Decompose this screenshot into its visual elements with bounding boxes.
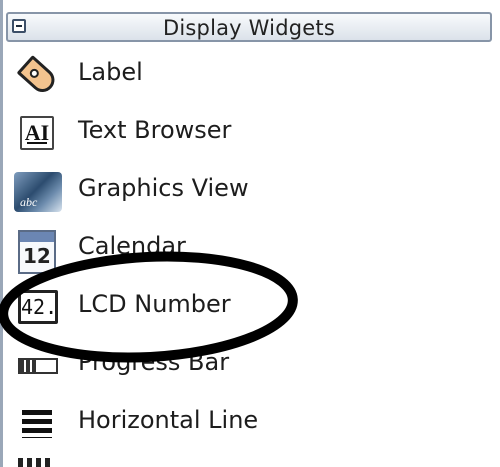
- widget-item-horizontal-line-text: Horizontal Line: [78, 406, 259, 434]
- widget-item-lcd-number-text: LCD Number: [78, 290, 231, 318]
- widget-item-label-text: Label: [78, 58, 143, 86]
- calendar-icon: 12: [12, 230, 62, 274]
- widget-item-progress-bar[interactable]: Progress Bar: [8, 338, 478, 392]
- graphics-view-icon: abc: [12, 172, 62, 212]
- group-title: Display Widgets: [163, 16, 335, 40]
- panel-left-border: [0, 0, 3, 467]
- widget-item-graphics-view-text: Graphics View: [78, 174, 249, 202]
- label-tag-icon: [12, 55, 62, 97]
- widget-item-lcd-number[interactable]: 42. LCD Number: [8, 280, 478, 334]
- widget-item-horizontal-line[interactable]: Horizontal Line: [8, 396, 478, 450]
- text-browser-icon: AI: [12, 114, 62, 154]
- widget-item-graphics-view[interactable]: abc Graphics View: [8, 164, 478, 218]
- widget-item-text-browser[interactable]: AI Text Browser: [8, 106, 478, 160]
- widget-item-calendar-text: Calendar: [78, 232, 186, 260]
- widget-item-progress-bar-text: Progress Bar: [78, 348, 230, 376]
- lcd-number-icon: 42.: [12, 288, 62, 328]
- display-widgets-group-header[interactable]: Display Widgets: [6, 12, 492, 42]
- horizontal-line-icon: [12, 404, 62, 444]
- progress-bar-icon: [12, 346, 62, 386]
- widget-item-calendar[interactable]: 12 Calendar: [8, 222, 478, 276]
- partial-next-item-icon: [18, 458, 54, 467]
- widget-item-label[interactable]: Label: [8, 48, 478, 102]
- widget-item-text-browser-text: Text Browser: [78, 116, 232, 144]
